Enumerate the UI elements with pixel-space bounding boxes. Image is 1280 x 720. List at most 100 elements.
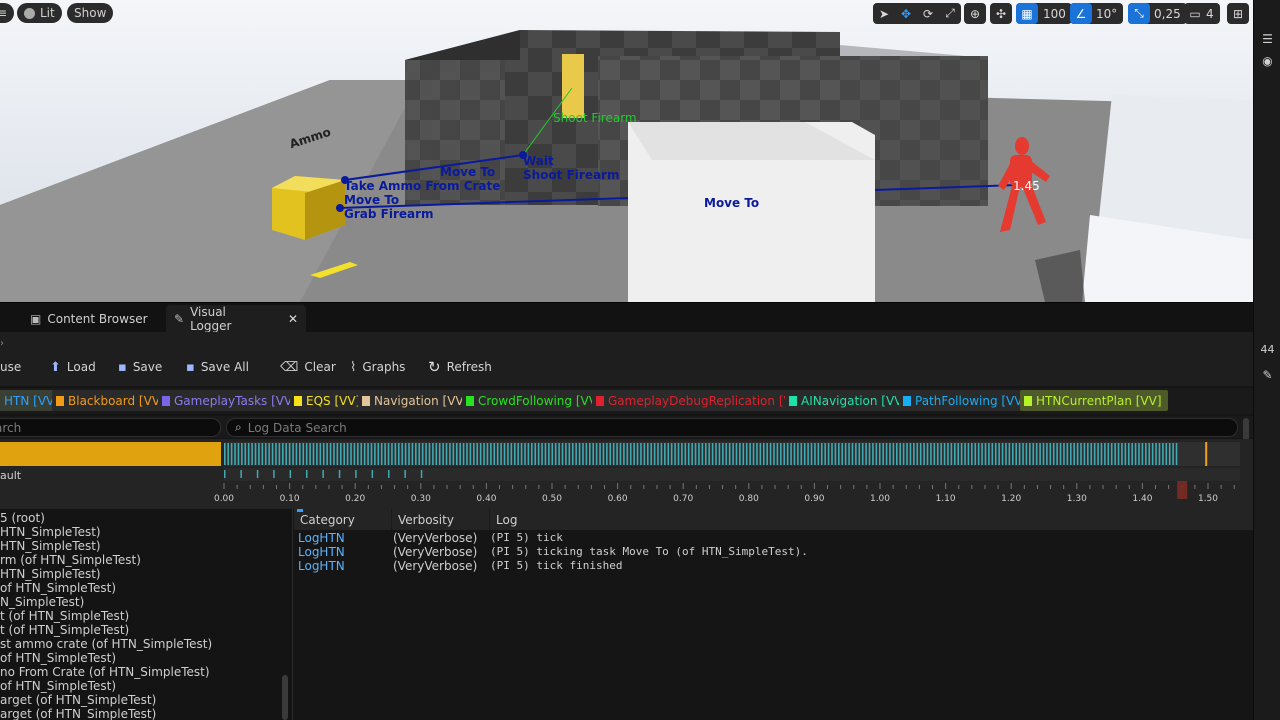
- clear-button[interactable]: ⌫ Clear: [280, 356, 336, 378]
- category-filter-1[interactable]: Blackboard [VV]: [52, 390, 171, 411]
- log-column-header[interactable]: Log: [490, 509, 1253, 530]
- refresh-button[interactable]: ↻ Refresh: [428, 356, 492, 378]
- timeline-event-mark: [991, 443, 994, 465]
- tree-item[interactable]: of HTN_SimpleTest): [0, 651, 292, 665]
- tab-visual-logger[interactable]: ✎ Visual Logger ✕: [166, 305, 306, 333]
- select-arrow-icon[interactable]: ➤: [873, 3, 895, 24]
- category-filter-5[interactable]: CrowdFollowing [VV]: [462, 390, 608, 411]
- tree-item[interactable]: rm (of HTN_SimpleTest): [0, 553, 292, 567]
- timeline-event-mark: [251, 443, 253, 465]
- category-filter-2[interactable]: GameplayTasks [VV]: [158, 390, 303, 411]
- tab-content-browser[interactable]: ▣ Content Browser: [22, 305, 156, 333]
- lit-mode-button[interactable]: Lit: [17, 3, 62, 23]
- timeline-event-mark: [401, 443, 403, 465]
- timeline-event-mark: [496, 443, 499, 465]
- timeline-event-mark: [1001, 443, 1004, 465]
- tree-scrollbar[interactable]: [282, 675, 288, 720]
- timeline-event-mark: [1124, 443, 1127, 465]
- timeline-event-mark: [851, 443, 854, 465]
- timeline-event-mark: [370, 443, 373, 465]
- scale-snap-control[interactable]: ⤡ 0,25: [1128, 3, 1187, 24]
- category-filter-7[interactable]: AINavigation [VV]: [785, 390, 914, 411]
- timeline-graphic[interactable]: 0.00 0.10 0.20 0.30 0.40 0.50 0.60 0.70 0.80 0.90…: [0, 439, 1253, 509]
- timeline-event-mark: [657, 443, 659, 465]
- show-flags-button[interactable]: Show: [67, 3, 114, 23]
- globe-icon: ⊕: [969, 6, 981, 21]
- timeline-sub-event-mark: [273, 470, 275, 478]
- tree-item[interactable]: t (of HTN_SimpleTest): [0, 609, 292, 623]
- log-row[interactable]: LogHTN (VeryVerbose) (PI 5) tick: [294, 531, 1253, 545]
- timeline-event-mark: [875, 443, 878, 465]
- tree-item[interactable]: HTN_SimpleTest): [0, 567, 292, 581]
- viewport-layout-button[interactable]: ⊞: [1227, 3, 1249, 24]
- timeline-event-mark: [224, 443, 226, 465]
- category-filter-label: GameplayDebugReplication [VV]: [608, 393, 805, 408]
- scale-gizmo-icon[interactable]: ⤢: [939, 3, 961, 24]
- load-button[interactable]: ⬆ Load: [50, 356, 96, 378]
- log-row[interactable]: LogHTN (VeryVerbose) (PI 5) tick finished: [294, 559, 1253, 573]
- timeline-event-mark: [292, 443, 294, 465]
- timeline-event-mark: [425, 443, 427, 465]
- tree-item[interactable]: st ammo crate (of HTN_SimpleTest): [0, 637, 292, 651]
- timeline-event-mark: [1032, 443, 1035, 465]
- close-icon[interactable]: ✕: [288, 312, 298, 326]
- category-filter-6[interactable]: GameplayDebugReplication [VV]: [592, 390, 811, 411]
- tree-item[interactable]: arget (of HTN_SimpleTest): [0, 707, 292, 720]
- rotate-gizmo-icon[interactable]: ⟳: [917, 3, 939, 24]
- log-table-header: Category Verbosity Log: [294, 509, 1253, 530]
- timeline-event-mark: [660, 443, 663, 465]
- timeline-tick-label: 0.40: [476, 494, 496, 504]
- save-all-button[interactable]: ▪ Save All: [186, 356, 249, 378]
- save-icon: ▪: [118, 359, 127, 375]
- coordinate-system-button[interactable]: ⊕: [964, 3, 986, 24]
- timeline-event-mark: [561, 443, 564, 465]
- level-viewport[interactable]: Ammo Shoot Firearm Move To Wait Shoot Fi…: [0, 0, 1253, 302]
- category-column-header[interactable]: Category: [294, 509, 392, 530]
- timeline-event-mark: [715, 443, 717, 465]
- category-filter-label: Blackboard [VV]: [68, 393, 165, 408]
- tree-item[interactable]: 5 (root): [0, 511, 292, 525]
- graphs-button[interactable]: ⌇ Graphs: [350, 356, 405, 378]
- selected-actor-row[interactable]: [0, 442, 221, 466]
- grid-snap-control[interactable]: ▦ 100: [1016, 3, 1072, 24]
- category-filter-9[interactable]: HTNCurrentPlan [VV]: [1020, 390, 1168, 411]
- timeline-panel[interactable]: 0.00 0.10 0.20 0.30 0.40 0.50 0.60 0.70 0.80 0.90…: [0, 439, 1253, 509]
- move-gizmo-icon[interactable]: ✥: [895, 3, 917, 24]
- actor-search-input[interactable]: arch: [0, 418, 221, 437]
- tree-item[interactable]: HTN_SimpleTest): [0, 539, 292, 553]
- tree-item[interactable]: of HTN_SimpleTest): [0, 581, 292, 595]
- camera-speed-control[interactable]: ▭ 4: [1184, 3, 1220, 24]
- timeline-row-label: ault: [0, 469, 22, 482]
- menu-lines-icon[interactable]: ☰: [1254, 28, 1280, 50]
- eye-icon[interactable]: ◉: [1254, 50, 1280, 72]
- tree-item[interactable]: arget (of HTN_SimpleTest): [0, 693, 292, 707]
- timeline-event-mark: [1134, 443, 1137, 465]
- category-filter-8[interactable]: PathFollowing [VV]: [899, 390, 1034, 411]
- save-all-icon: ▪: [186, 359, 195, 375]
- timeline-event-mark: [333, 443, 335, 465]
- category-filter-4[interactable]: Navigation [VV]: [358, 390, 475, 411]
- log-row[interactable]: LogHTN (VeryVerbose) (PI 5) ticking task M…: [294, 545, 1253, 559]
- timeline-event-mark: [756, 443, 758, 465]
- category-filter-3[interactable]: EQS [VV]: [290, 390, 367, 411]
- verbosity-column-header[interactable]: Verbosity: [392, 509, 490, 530]
- tree-item[interactable]: no From Crate (of HTN_SimpleTest): [0, 665, 292, 679]
- save-button[interactable]: ▪ Save: [118, 356, 162, 378]
- timeline-event-mark: [899, 443, 902, 465]
- timeline-event-mark: [783, 443, 786, 465]
- tree-item[interactable]: HTN_SimpleTest): [0, 525, 292, 539]
- log-data-search-input[interactable]: ⌕ Log Data Search: [226, 418, 1238, 437]
- tree-item[interactable]: t (of HTN_SimpleTest): [0, 623, 292, 637]
- timeline-tick-label: 0.50: [542, 494, 562, 504]
- pause-button[interactable]: use: [0, 356, 21, 378]
- timeline-event-mark: [732, 443, 734, 465]
- timeline-event-mark: [841, 443, 844, 465]
- pencil-icon[interactable]: ✎: [1254, 364, 1280, 386]
- surface-snap-button[interactable]: ✣: [990, 3, 1012, 24]
- tree-item[interactable]: N_SimpleTest): [0, 595, 292, 609]
- tree-item[interactable]: of HTN_SimpleTest): [0, 679, 292, 693]
- rotation-snap-control[interactable]: ∠ 10°: [1070, 3, 1124, 24]
- timeline-cursor[interactable]: [1177, 481, 1188, 499]
- timeline-event-mark: [295, 443, 298, 465]
- timeline-sub-event-mark: [289, 470, 292, 478]
